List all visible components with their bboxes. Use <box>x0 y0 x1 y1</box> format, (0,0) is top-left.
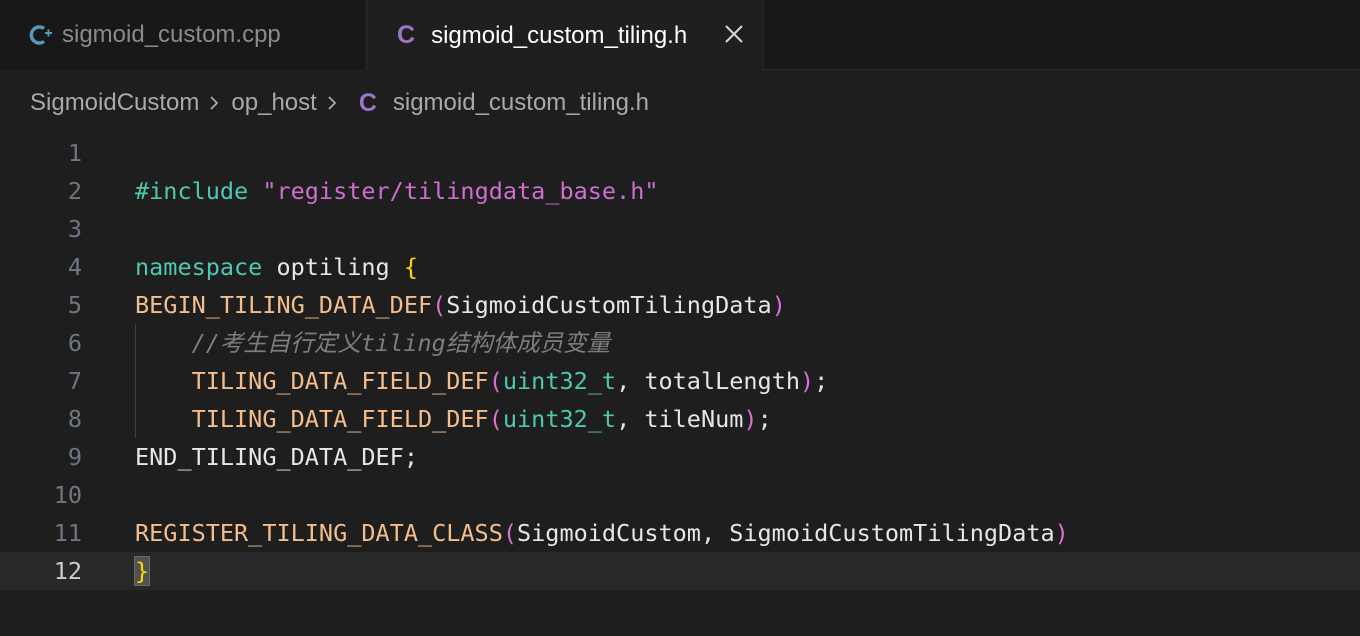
line-number: 7 <box>67 367 82 395</box>
line-number: 6 <box>67 329 82 357</box>
breadcrumb-item-file[interactable]: sigmoid_custom_tiling.h <box>393 89 649 117</box>
code-text: END_TILING_DATA_DEF; <box>135 438 418 476</box>
code-token: , tileNum <box>616 405 744 433</box>
code-token: ( <box>488 367 503 395</box>
code-token: uint32_t <box>502 405 617 433</box>
code-text: //考生自行定义tiling结构体成员变量 <box>135 324 611 362</box>
code-token: //考生自行定义tiling结构体成员变量 <box>191 329 611 357</box>
code-text: TILING_DATA_FIELD_DEF(uint32_t, tileNum)… <box>135 400 772 438</box>
code-token: ; <box>757 405 772 433</box>
code-token: REGISTER_TILING_DATA_CLASS <box>135 519 503 547</box>
line-number: 10 <box>53 481 82 509</box>
code-token: #include <box>135 177 263 205</box>
code-token: TILING_DATA_FIELD_DEF <box>191 405 489 433</box>
code-token: uint32_t <box>502 367 617 395</box>
code-text: BEGIN_TILING_DATA_DEF(SigmoidCustomTilin… <box>135 286 786 324</box>
line-number: 5 <box>67 291 82 319</box>
line-number: 8 <box>67 405 82 433</box>
code-token: ( <box>502 519 518 547</box>
line-number: 3 <box>67 215 82 243</box>
tab-sigmoid-custom-cpp[interactable]: sigmoid_custom.cpp <box>0 0 367 70</box>
line-number: 11 <box>53 519 82 547</box>
code-token: ) <box>800 367 815 395</box>
chevron-right-icon <box>209 95 219 111</box>
code-text: #include "register/tilingdata_base.h" <box>135 172 659 210</box>
tab-sigmoid-custom-tiling-h[interactable]: C sigmoid_custom_tiling.h <box>367 0 764 71</box>
cpp-file-icon <box>29 25 52 45</box>
line-number: 9 <box>67 443 82 471</box>
code-token: namespace <box>135 253 263 281</box>
c-file-icon: C <box>397 21 416 49</box>
code-token: ; <box>814 367 829 395</box>
code-line[interactable]: 11 REGISTER_TILING_DATA_CLASS(SigmoidCust… <box>0 514 1360 552</box>
code-token: } <box>133 556 151 586</box>
code-token: BEGIN_TILING_DATA_DEF <box>135 291 433 319</box>
c-file-icon: C <box>358 88 377 117</box>
close-icon[interactable] <box>722 22 746 46</box>
code-text: TILING_DATA_FIELD_DEF(uint32_t, totalLen… <box>135 362 829 400</box>
code-line[interactable]: 8 TILING_DATA_FIELD_DEF(uint32_t, tileNu… <box>0 400 1360 438</box>
code-token: ) <box>1054 519 1069 547</box>
code-line[interactable]: 9 END_TILING_DATA_DEF; <box>0 438 1360 476</box>
code-token: TILING_DATA_FIELD_DEF <box>191 367 489 395</box>
code-line[interactable]: 12} <box>0 552 1360 590</box>
code-token: ( <box>488 405 503 433</box>
chevron-right-icon <box>327 95 337 111</box>
code-text: namespace optiling { <box>135 248 418 286</box>
code-line[interactable]: 2 #include "register/tilingdata_base.h" <box>0 172 1360 210</box>
code-token: SigmoidCustomTilingData <box>446 291 772 319</box>
code-line[interactable]: 6 //考生自行定义tiling结构体成员变量 <box>0 324 1360 362</box>
code-token: ) <box>771 291 786 319</box>
code-token: optiling <box>262 253 404 281</box>
tab-label: sigmoid_custom_tiling.h <box>431 21 688 49</box>
code-text: } <box>133 552 151 590</box>
code-token: SigmoidCustom, SigmoidCustomTilingData <box>517 519 1055 547</box>
tab-bar: sigmoid_custom.cpp C sigmoid_custom_tili… <box>0 0 1360 71</box>
breadcrumb-item-op-host[interactable]: op_host <box>231 89 316 117</box>
code-line[interactable]: 1 <box>0 134 1360 172</box>
code-editor[interactable]: 1 2 #include "register/tilingdata_base.h" 3… <box>0 134 1360 636</box>
code-line[interactable]: 4 namespace optiling { <box>0 248 1360 286</box>
line-number: 4 <box>67 253 82 281</box>
code-line[interactable]: 7 TILING_DATA_FIELD_DEF(uint32_t, totalL… <box>0 362 1360 400</box>
line-number: 12 <box>53 557 82 585</box>
code-token: END_TILING_DATA_DEF; <box>135 443 418 471</box>
code-token: { <box>403 253 418 281</box>
breadcrumb-item-sigmoidcustom[interactable]: SigmoidCustom <box>30 89 199 117</box>
line-number: 2 <box>67 177 82 205</box>
code-token: ) <box>743 405 758 433</box>
breadcrumb: SigmoidCustom op_host C sigmoid_custom_t… <box>30 86 649 120</box>
code-token: ( <box>432 291 447 319</box>
code-line[interactable]: 10 <box>0 476 1360 514</box>
code-line[interactable]: 5 BEGIN_TILING_DATA_DEF(SigmoidCustomTili… <box>0 286 1360 324</box>
tab-label: sigmoid_custom.cpp <box>62 21 281 48</box>
line-number: 1 <box>67 139 82 167</box>
code-text: REGISTER_TILING_DATA_CLASS(SigmoidCustom… <box>135 514 1069 552</box>
code-token: "register/tilingdata_base.h" <box>262 177 659 205</box>
code-token: , totalLength <box>616 367 800 395</box>
code-line[interactable]: 3 <box>0 210 1360 248</box>
